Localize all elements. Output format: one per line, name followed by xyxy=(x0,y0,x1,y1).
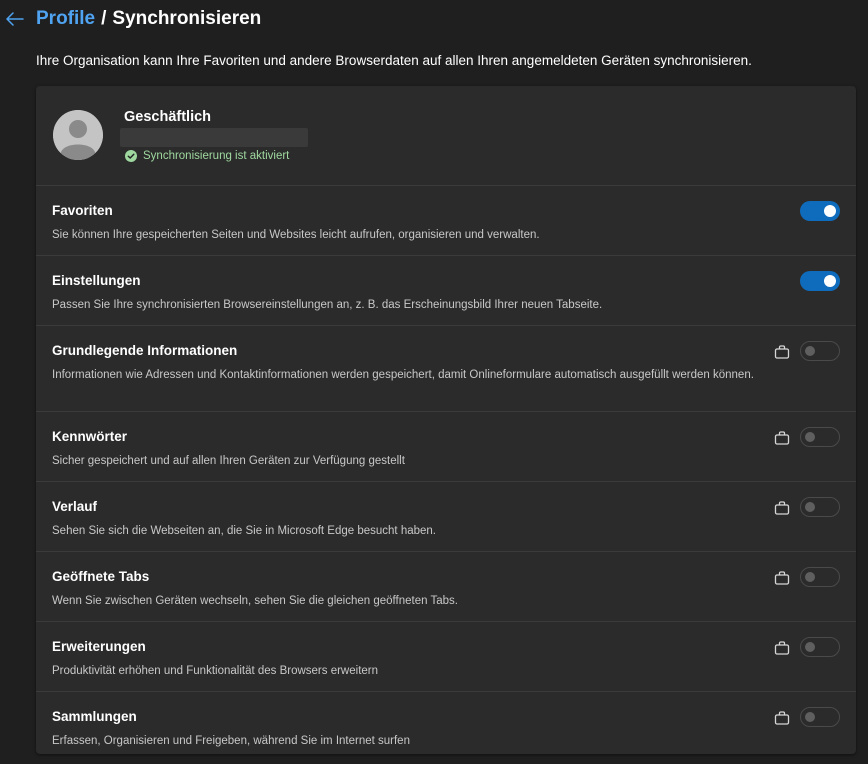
briefcase-icon xyxy=(774,571,790,585)
sync-status: Synchronisierung ist aktiviert xyxy=(125,150,289,162)
account-email-redacted xyxy=(120,128,308,147)
arrow-left-icon xyxy=(6,12,24,26)
toggle-knob xyxy=(805,502,815,512)
sync-item-geoeffnete-tabs: Geöffnete Tabs Wenn Sie zwischen Geräten … xyxy=(36,552,856,622)
sync-item-kennwoerter: Kennwörter Sicher gespeichert und auf all… xyxy=(36,412,856,482)
sync-item-title: Einstellungen xyxy=(52,273,141,288)
sync-item-description: Wenn Sie zwischen Geräten wechseln, sehe… xyxy=(52,595,458,607)
intro-text: Ihre Organisation kann Ihre Favoriten un… xyxy=(36,53,752,68)
toggle-knob xyxy=(824,275,836,287)
breadcrumb-separator: / xyxy=(101,8,107,29)
breadcrumb-profile-link[interactable]: Profile xyxy=(36,8,95,30)
sync-item-description: Sicher gespeichert und auf allen Ihren G… xyxy=(52,455,405,467)
toggle-knob xyxy=(805,642,815,652)
briefcase-icon xyxy=(774,641,790,655)
sync-item-description: Produktivität erhöhen und Funktionalität… xyxy=(52,665,379,677)
sync-settings-page: Profile / Synchronisieren Ihre Organisat… xyxy=(0,0,868,764)
sync-item-description: Passen Sie Ihre synchronisierten Browser… xyxy=(52,299,603,311)
sync-toggle-verlauf[interactable] xyxy=(800,497,840,517)
sync-item-title: Kennwörter xyxy=(52,429,128,444)
page-title: Synchronisieren xyxy=(112,8,262,29)
sync-toggle-erweiterungen[interactable] xyxy=(800,637,840,657)
sync-item-einstellungen: Einstellungen Passen Sie Ihre synchronisi… xyxy=(36,256,856,326)
breadcrumb: Profile / Synchronisieren xyxy=(36,8,261,30)
sync-toggle-geoeffnete-tabs[interactable] xyxy=(800,567,840,587)
toggle-knob xyxy=(824,205,836,217)
sync-item-grundlegende-informationen: Grundlegende Informationen Informationen … xyxy=(36,326,856,412)
briefcase-icon xyxy=(774,501,790,515)
briefcase-icon xyxy=(774,431,790,445)
sync-item-description: Erfassen, Organisieren und Freigeben, wä… xyxy=(52,735,410,747)
sync-item-verlauf: Verlauf Sehen Sie sich die Webseiten an, … xyxy=(36,482,856,552)
sync-item-erweiterungen: Erweiterungen Produktivität erhöhen und F… xyxy=(36,622,856,692)
back-button[interactable] xyxy=(1,5,29,33)
sync-item-title: Geöffnete Tabs xyxy=(52,569,150,584)
toggle-knob xyxy=(805,432,815,442)
sync-item-favoriten: Favoriten Sie können Ihre gespeicherten S… xyxy=(36,186,856,256)
toggle-knob xyxy=(805,346,815,356)
page-header: Profile / Synchronisieren xyxy=(0,4,261,34)
sync-item-title: Sammlungen xyxy=(52,709,137,724)
sync-item-description: Sehen Sie sich die Webseiten an, die Sie… xyxy=(52,525,436,537)
sync-item-title: Favoriten xyxy=(52,203,113,218)
sync-toggle-kennwoerter[interactable] xyxy=(800,427,840,447)
sync-item-title: Erweiterungen xyxy=(52,639,146,654)
briefcase-icon xyxy=(774,711,790,725)
toggle-knob xyxy=(805,572,815,582)
person-avatar-icon xyxy=(53,110,103,160)
sync-toggle-grundlegende-informationen[interactable] xyxy=(800,341,840,361)
sync-toggle-favoriten[interactable] xyxy=(800,201,840,221)
toggle-knob xyxy=(805,712,815,722)
sync-item-title: Verlauf xyxy=(52,499,98,514)
sync-item-sammlungen: Sammlungen Erfassen, Organisieren und Fre… xyxy=(36,692,856,754)
sync-card: Geschäftlich Synchronisierung ist aktivi… xyxy=(36,86,856,754)
check-circle-icon xyxy=(125,150,137,162)
account-name: Geschäftlich xyxy=(124,109,212,125)
sync-items-list: Favoriten Sie können Ihre gespeicherten S… xyxy=(36,186,856,754)
account-section: Geschäftlich Synchronisierung ist aktivi… xyxy=(36,86,856,186)
sync-item-title: Grundlegende Informationen xyxy=(52,343,238,358)
sync-toggle-sammlungen[interactable] xyxy=(800,707,840,727)
sync-item-description: Sie können Ihre gespeicherten Seiten und… xyxy=(52,229,540,241)
briefcase-icon xyxy=(774,345,790,359)
sync-toggle-einstellungen[interactable] xyxy=(800,271,840,291)
sync-item-description: Informationen wie Adressen und Kontaktin… xyxy=(52,369,754,381)
sync-status-text: Synchronisierung ist aktiviert xyxy=(143,150,290,162)
